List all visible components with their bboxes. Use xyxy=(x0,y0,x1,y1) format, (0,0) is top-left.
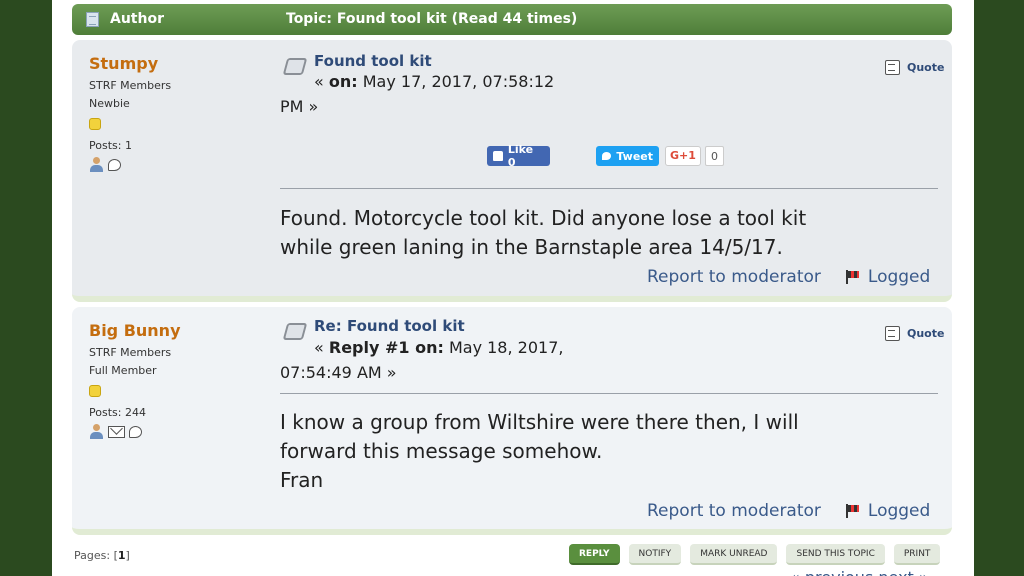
report-to-moderator-link[interactable]: Report to moderator xyxy=(647,267,821,287)
topic-header-bar: Author Topic: Found tool kit (Read 44 ti… xyxy=(72,4,952,35)
email-icon[interactable] xyxy=(108,425,125,438)
author-column-label: Author xyxy=(110,11,164,27)
date-line-2: PM » xyxy=(280,97,319,116)
personal-message-icon[interactable] xyxy=(129,425,142,438)
poster-info: Stumpy STRF Members Newbie Posts: 1 xyxy=(89,54,269,172)
date-on-label: on: xyxy=(328,72,358,91)
tweet-button[interactable]: Tweet xyxy=(596,146,659,166)
pagination: Pages: [1] xyxy=(74,549,130,562)
topic-title: Topic: Found tool kit (Read 44 times) xyxy=(286,11,578,27)
previous-next-nav[interactable]: « previous next » xyxy=(790,568,929,576)
quote-label: Quote xyxy=(907,61,945,74)
send-this-topic-button[interactable]: SEND THIS TOPIC xyxy=(786,544,885,565)
post-divider xyxy=(280,393,938,394)
quote-icon xyxy=(885,326,900,341)
mark-unread-button[interactable]: MARK UNREAD xyxy=(690,544,778,565)
quote-icon xyxy=(885,60,900,75)
date-prefix: « xyxy=(314,72,329,91)
twitter-bird-icon xyxy=(602,152,612,160)
document-icon xyxy=(86,12,99,27)
post-divider xyxy=(280,188,938,189)
logged-label: Logged xyxy=(867,501,931,521)
member-rank: Newbie xyxy=(89,97,130,110)
date-line-1: May 18, 2017, xyxy=(443,338,564,357)
post-subject[interactable]: Re: Found tool kit xyxy=(314,317,465,335)
post-2: Big Bunny STRF Members Full Member Posts… xyxy=(72,307,952,535)
member-rank: Full Member xyxy=(89,364,157,377)
quote-label: Quote xyxy=(907,327,945,340)
tweet-label: Tweet xyxy=(616,149,653,163)
date-line-1: May 17, 2017, 07:58:12 xyxy=(357,72,555,91)
poster-name[interactable]: Stumpy xyxy=(89,54,269,73)
google-plus-button[interactable]: G+1 xyxy=(665,146,701,166)
post-subject[interactable]: Found tool kit xyxy=(314,52,432,70)
star-icon xyxy=(89,385,101,397)
profile-icon[interactable] xyxy=(89,424,104,439)
post-date: « on: May 17, 2017, 07:58:12 PM » xyxy=(280,69,554,119)
quote-button[interactable]: Quote xyxy=(885,326,944,341)
poster-info: Big Bunny STRF Members Full Member Posts… xyxy=(89,321,269,439)
report-to-moderator-link[interactable]: Report to moderator xyxy=(647,501,821,521)
post-count: Posts: 1 xyxy=(89,139,132,152)
logged-label: Logged xyxy=(867,267,931,287)
star-icon xyxy=(89,118,101,130)
topic-action-buttons: REPLY NOTIFY MARK UNREAD SEND THIS TOPIC… xyxy=(569,544,941,565)
pages-label: Pages: [ xyxy=(74,549,118,562)
profile-icon[interactable] xyxy=(89,157,104,172)
like-label: Like 0 xyxy=(507,143,534,169)
post-footer: Report to moderator Logged xyxy=(647,501,930,521)
personal-message-icon[interactable] xyxy=(108,158,121,171)
member-group: STRF Members xyxy=(89,346,172,359)
logged-flag-icon xyxy=(845,504,860,518)
post-body: Found. Motorcycle tool kit. Did anyone l… xyxy=(280,206,807,259)
post-count: Posts: 244 xyxy=(89,406,146,419)
post-body: I know a group from Wiltshire were there… xyxy=(280,410,799,492)
pages-close: ] xyxy=(125,549,130,562)
member-group: STRF Members xyxy=(89,79,172,92)
date-prefix: « xyxy=(314,338,329,357)
date-line-2: 07:54:49 AM » xyxy=(280,363,397,382)
reply-button[interactable]: REPLY xyxy=(569,544,620,565)
post-date: « Reply #1 on: May 18, 2017, 07:54:49 AM… xyxy=(280,335,563,385)
poster-name[interactable]: Big Bunny xyxy=(89,321,269,340)
notify-button[interactable]: NOTIFY xyxy=(628,544,682,565)
facebook-like-button[interactable]: Like 0 xyxy=(487,143,550,169)
thumbs-up-icon xyxy=(493,151,503,161)
logged-flag-icon xyxy=(845,270,860,284)
post-footer: Report to moderator Logged xyxy=(647,267,930,287)
google-plus-count: 0 xyxy=(705,146,724,166)
quote-button[interactable]: Quote xyxy=(885,60,944,75)
date-on-label: Reply #1 on: xyxy=(328,338,444,357)
current-page[interactable]: 1 xyxy=(118,549,126,562)
print-button[interactable]: PRINT xyxy=(893,544,941,565)
forum-page: Author Topic: Found tool kit (Read 44 ti… xyxy=(52,0,974,576)
post-1: Stumpy STRF Members Newbie Posts: 1 Foun… xyxy=(72,40,952,302)
